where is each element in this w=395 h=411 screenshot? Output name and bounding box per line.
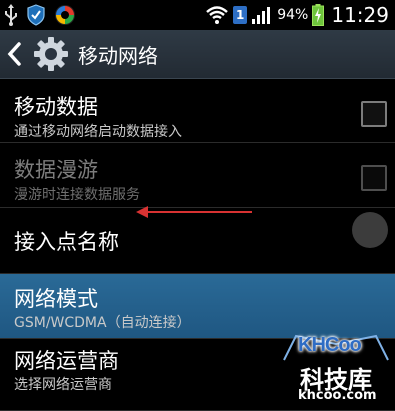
list-item-title: 网络运营商: [14, 349, 119, 373]
watermark-url: khcoo.com: [298, 388, 377, 403]
sim-card-icon: 1: [233, 6, 248, 24]
list-item-subtitle: 漫游时连接数据服务: [14, 187, 140, 203]
annotation-arrow-head: [136, 206, 148, 218]
status-bar: 1 94% 11:29: [0, 0, 395, 30]
watermark: KHCoo 科技库 khcoo.com: [276, 330, 393, 404]
usb-icon: [5, 4, 17, 26]
mobile-data-checkbox[interactable]: [361, 101, 387, 127]
list-item-subtitle: 通过移动网络启动数据接入: [14, 124, 182, 140]
list-item-title: 接入点名称: [14, 230, 119, 254]
shield-icon: [27, 4, 45, 26]
watermark-logo-text: KHCoo: [298, 334, 362, 356]
battery-charging-icon: [312, 4, 325, 26]
signal-strength-icon: [252, 7, 271, 24]
wifi-icon: [206, 6, 229, 24]
data-roaming-checkbox: [361, 165, 387, 191]
notification-icons: [4, 4, 76, 26]
battery-percent: 94%: [277, 7, 309, 23]
list-item-mobile-data[interactable]: 移动数据 通过移动网络启动数据接入: [0, 79, 395, 143]
settings-gear-icon[interactable]: [33, 36, 69, 72]
system-status-icons: 1 94% 11:29: [205, 3, 389, 27]
back-chevron-icon[interactable]: [4, 40, 26, 68]
list-item-title: 移动数据: [14, 95, 98, 119]
list-item-subtitle: 选择网络运营商: [14, 377, 112, 393]
page-title: 移动网络: [78, 44, 158, 68]
list-item-subtitle: GSM/WCDMA（自动连接）: [14, 315, 191, 331]
sync-app-icon: [55, 5, 75, 25]
list-item-apn[interactable]: 接入点名称: [0, 208, 395, 274]
clock: 11:29: [331, 3, 389, 27]
list-item-title: 网络模式: [14, 287, 98, 311]
annotation-arrow-line: [140, 211, 252, 213]
scroll-knob: [352, 212, 388, 248]
list-item-data-roaming: 数据漫游 漫游时连接数据服务: [0, 143, 395, 208]
action-bar: 移动网络: [0, 30, 395, 79]
list-item-title: 数据漫游: [14, 158, 98, 182]
